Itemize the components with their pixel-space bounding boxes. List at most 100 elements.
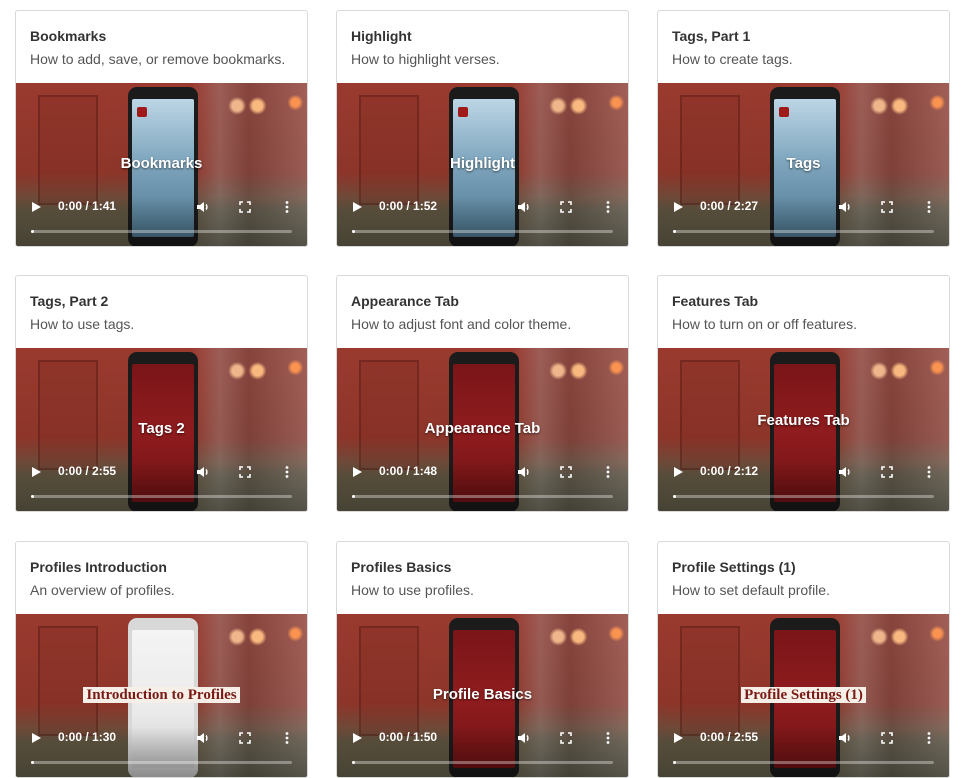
video-player[interactable]: Introduction to Profiles 0:00 / 1:30 <box>16 614 307 777</box>
progress-bar[interactable] <box>673 761 934 764</box>
play-icon[interactable] <box>353 733 362 743</box>
card-title: Bookmarks <box>30 28 107 44</box>
background-door <box>359 626 419 736</box>
volume-icon[interactable] <box>516 730 532 746</box>
card-description: How to use profiles. <box>351 582 474 598</box>
video-overlay-title: Highlight <box>450 155 515 172</box>
play-icon[interactable] <box>353 467 362 477</box>
video-overlay-title: Appearance Tab <box>424 420 541 437</box>
video-card-profiles-introduction: Profiles Introduction An overview of pro… <box>15 541 308 778</box>
volume-icon[interactable] <box>837 464 853 480</box>
video-controls: 0:00 / 2:27 <box>658 196 949 246</box>
fullscreen-icon[interactable] <box>879 464 895 480</box>
video-card-highlight: Highlight How to highlight verses. Highl… <box>336 10 629 247</box>
card-title: Tags, Part 1 <box>672 28 751 44</box>
video-controls: 0:00 / 1:30 <box>16 727 307 777</box>
video-card-tags-part-1: Tags, Part 1 How to create tags. Tags 0:… <box>657 10 950 247</box>
card-title: Profiles Introduction <box>30 559 167 575</box>
card-description: How to set default profile. <box>672 582 830 598</box>
background-door <box>680 626 740 736</box>
video-time: 0:00 / 1:41 <box>58 199 117 213</box>
volume-icon[interactable] <box>837 730 853 746</box>
app-icon <box>458 107 468 117</box>
fullscreen-icon[interactable] <box>558 464 574 480</box>
card-description: How to adjust font and color theme. <box>351 316 572 332</box>
progress-fill <box>31 761 34 764</box>
more-options-icon[interactable] <box>600 199 616 215</box>
card-description: How to add, save, or remove bookmarks. <box>30 51 286 67</box>
fullscreen-icon[interactable] <box>558 199 574 215</box>
video-player[interactable]: Highlight 0:00 / 1:52 <box>337 83 628 246</box>
video-time: 0:00 / 2:55 <box>58 464 117 478</box>
video-player[interactable]: Bookmarks 0:00 / 1:41 <box>16 83 307 246</box>
card-description: How to use tags. <box>30 316 135 332</box>
volume-icon[interactable] <box>195 199 211 215</box>
progress-bar[interactable] <box>352 495 613 498</box>
play-icon[interactable] <box>674 202 683 212</box>
volume-icon[interactable] <box>516 464 532 480</box>
video-controls: 0:00 / 2:55 <box>16 461 307 511</box>
video-overlay-title: Profile Basics <box>432 686 533 703</box>
more-options-icon[interactable] <box>279 464 295 480</box>
background-door <box>38 360 98 470</box>
fullscreen-icon[interactable] <box>879 730 895 746</box>
progress-bar[interactable] <box>352 230 613 233</box>
more-options-icon[interactable] <box>600 730 616 746</box>
video-player[interactable]: Tags 0:00 / 2:27 <box>658 83 949 246</box>
more-options-icon[interactable] <box>279 730 295 746</box>
play-icon[interactable] <box>32 733 41 743</box>
video-player[interactable]: Tags 2 0:00 / 2:55 <box>16 348 307 511</box>
progress-bar[interactable] <box>673 230 934 233</box>
video-overlay-title: Introduction to Profiles <box>16 686 307 704</box>
progress-fill <box>352 230 355 233</box>
progress-bar[interactable] <box>31 761 292 764</box>
progress-bar[interactable] <box>31 230 292 233</box>
fullscreen-icon[interactable] <box>237 199 253 215</box>
progress-fill <box>673 761 676 764</box>
fullscreen-icon[interactable] <box>237 464 253 480</box>
video-player[interactable]: Profile Basics 0:00 / 1:50 <box>337 614 628 777</box>
fullscreen-icon[interactable] <box>237 730 253 746</box>
video-controls: 0:00 / 2:12 <box>658 461 949 511</box>
card-title: Tags, Part 2 <box>30 293 109 309</box>
progress-fill <box>352 761 355 764</box>
more-options-icon[interactable] <box>921 730 937 746</box>
more-options-icon[interactable] <box>921 464 937 480</box>
video-time: 0:00 / 2:12 <box>700 464 759 478</box>
app-icon <box>779 107 789 117</box>
progress-bar[interactable] <box>31 495 292 498</box>
volume-icon[interactable] <box>837 199 853 215</box>
progress-fill <box>31 230 34 233</box>
progress-bar[interactable] <box>352 761 613 764</box>
fullscreen-icon[interactable] <box>558 730 574 746</box>
overlay-title-text: Introduction to Profiles <box>83 687 240 703</box>
video-controls: 0:00 / 1:41 <box>16 196 307 246</box>
video-card-profile-settings-1: Profile Settings (1) How to set default … <box>657 541 950 778</box>
video-time: 0:00 / 1:50 <box>379 730 438 744</box>
play-icon[interactable] <box>674 733 683 743</box>
volume-icon[interactable] <box>195 730 211 746</box>
app-icon <box>137 107 147 117</box>
video-player[interactable]: Features Tab 0:00 / 2:12 <box>658 348 949 511</box>
fullscreen-icon[interactable] <box>879 199 895 215</box>
video-card-bookmarks: Bookmarks How to add, save, or remove bo… <box>15 10 308 247</box>
video-card-features-tab: Features Tab How to turn on or off featu… <box>657 275 950 512</box>
card-description: An overview of profiles. <box>30 582 175 598</box>
play-icon[interactable] <box>674 467 683 477</box>
play-icon[interactable] <box>353 202 362 212</box>
progress-bar[interactable] <box>673 495 934 498</box>
background-door <box>38 95 98 205</box>
video-player[interactable]: Appearance Tab 0:00 / 1:48 <box>337 348 628 511</box>
video-player[interactable]: Profile Settings (1) 0:00 / 2:55 <box>658 614 949 777</box>
video-card-appearance-tab: Appearance Tab How to adjust font and co… <box>336 275 629 512</box>
play-icon[interactable] <box>32 467 41 477</box>
video-card-tags-part-2: Tags, Part 2 How to use tags. Tags 2 0:0… <box>15 275 308 512</box>
more-options-icon[interactable] <box>921 199 937 215</box>
more-options-icon[interactable] <box>600 464 616 480</box>
play-icon[interactable] <box>32 202 41 212</box>
video-controls: 0:00 / 2:55 <box>658 727 949 777</box>
background-door <box>359 360 419 470</box>
volume-icon[interactable] <box>195 464 211 480</box>
more-options-icon[interactable] <box>279 199 295 215</box>
volume-icon[interactable] <box>516 199 532 215</box>
